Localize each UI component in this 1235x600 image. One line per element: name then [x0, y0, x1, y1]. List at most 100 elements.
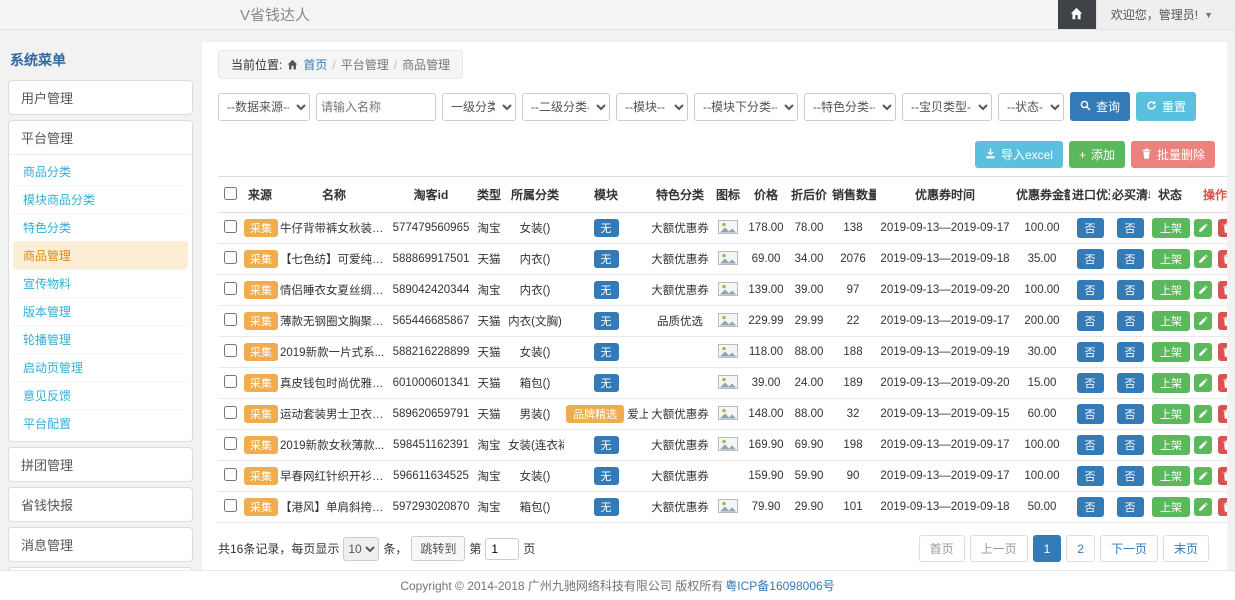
status-badge[interactable]: 上架 — [1152, 497, 1190, 517]
row-checkbox[interactable] — [224, 282, 237, 295]
page-button[interactable]: 首页 — [919, 535, 965, 562]
row-checkbox[interactable] — [224, 220, 237, 233]
sidebar-item[interactable]: 拼团管理 — [8, 447, 193, 482]
edit-button[interactable] — [1194, 343, 1212, 361]
row-checkbox[interactable] — [224, 375, 237, 388]
must-buy-toggle[interactable]: 否 — [1117, 218, 1144, 238]
import-select-toggle[interactable]: 否 — [1077, 404, 1104, 424]
must-buy-toggle[interactable]: 否 — [1117, 311, 1144, 331]
delete-button[interactable] — [1218, 343, 1227, 361]
delete-button[interactable] — [1218, 467, 1227, 485]
status-badge[interactable]: 上架 — [1152, 466, 1190, 486]
must-buy-toggle[interactable]: 否 — [1117, 280, 1144, 300]
status-badge[interactable]: 上架 — [1152, 249, 1190, 269]
sidebar-subitem[interactable]: 模块商品分类 — [13, 185, 188, 213]
import-select-toggle[interactable]: 否 — [1077, 373, 1104, 393]
delete-button[interactable] — [1218, 250, 1227, 268]
delete-button[interactable] — [1218, 374, 1227, 392]
import-excel-button[interactable]: 导入excel — [975, 141, 1063, 168]
filter-status-select[interactable]: --状态-- — [998, 93, 1064, 121]
import-select-toggle[interactable]: 否 — [1077, 435, 1104, 455]
sidebar-item-user-management[interactable]: 用户管理 — [8, 80, 193, 115]
sidebar-subitem[interactable]: 宣传物料 — [13, 269, 188, 297]
edit-button[interactable] — [1194, 374, 1212, 392]
edit-button[interactable] — [1194, 250, 1212, 268]
must-buy-toggle[interactable]: 否 — [1117, 342, 1144, 362]
row-checkbox[interactable] — [224, 406, 237, 419]
per-page-select[interactable]: 10 — [343, 537, 379, 561]
row-checkbox[interactable] — [224, 499, 237, 512]
filter-module-select[interactable]: --模块-- — [616, 93, 688, 121]
row-checkbox[interactable] — [224, 313, 237, 326]
status-badge[interactable]: 上架 — [1152, 218, 1190, 238]
edit-button[interactable] — [1194, 498, 1212, 516]
sidebar-item[interactable]: 省钱快报 — [8, 487, 193, 522]
delete-button[interactable] — [1218, 405, 1227, 423]
sidebar-subitem[interactable]: 商品管理 — [13, 241, 188, 269]
edit-button[interactable] — [1194, 436, 1212, 454]
filter-source-select[interactable]: --数据来源-- — [218, 93, 310, 121]
delete-button[interactable] — [1218, 436, 1227, 454]
page-button[interactable]: 2 — [1066, 535, 1095, 562]
reset-button[interactable]: 重置 — [1136, 92, 1196, 121]
import-select-toggle[interactable]: 否 — [1077, 342, 1104, 362]
row-checkbox[interactable] — [224, 251, 237, 264]
page-number-input[interactable] — [485, 538, 519, 560]
delete-button[interactable] — [1218, 498, 1227, 516]
user-menu[interactable]: 欢迎您，管理员! ▼ — [1096, 0, 1235, 29]
import-select-toggle[interactable]: 否 — [1077, 218, 1104, 238]
home-button[interactable] — [1058, 0, 1096, 29]
search-button[interactable]: 查询 — [1070, 92, 1130, 121]
edit-button[interactable] — [1194, 281, 1212, 299]
edit-button[interactable] — [1194, 405, 1212, 423]
sidebar-subitem[interactable]: 轮播管理 — [13, 325, 188, 353]
delete-button[interactable] — [1218, 281, 1227, 299]
must-buy-toggle[interactable]: 否 — [1117, 373, 1144, 393]
must-buy-toggle[interactable]: 否 — [1117, 404, 1144, 424]
row-checkbox[interactable] — [224, 344, 237, 357]
sidebar-subitem[interactable]: 特色分类 — [13, 213, 188, 241]
import-select-toggle[interactable]: 否 — [1077, 497, 1104, 517]
status-badge[interactable]: 上架 — [1152, 280, 1190, 300]
delete-button[interactable] — [1218, 219, 1227, 237]
status-badge[interactable]: 上架 — [1152, 435, 1190, 455]
sidebar-item-platform-header[interactable]: 平台管理 — [9, 121, 192, 154]
row-checkbox[interactable] — [224, 437, 237, 450]
filter-category2-select[interactable]: --二级分类-- — [522, 93, 610, 121]
status-badge[interactable]: 上架 — [1152, 404, 1190, 424]
must-buy-toggle[interactable]: 否 — [1117, 249, 1144, 269]
import-select-toggle[interactable]: 否 — [1077, 311, 1104, 331]
icp-link[interactable]: 粤ICP备16098006号 — [725, 577, 834, 594]
filter-category1-select[interactable]: 一级分类 — [442, 93, 516, 121]
import-select-toggle[interactable]: 否 — [1077, 249, 1104, 269]
sidebar-subitem[interactable]: 版本管理 — [13, 297, 188, 325]
sidebar-subitem[interactable]: 意见反馈 — [13, 381, 188, 409]
status-badge[interactable]: 上架 — [1152, 373, 1190, 393]
delete-button[interactable] — [1218, 312, 1227, 330]
sidebar-subitem[interactable]: 商品分类 — [13, 158, 188, 185]
filter-item-type-select[interactable]: --宝贝类型-- — [902, 93, 992, 121]
edit-button[interactable] — [1194, 219, 1212, 237]
sidebar-item[interactable]: 消息管理 — [8, 527, 193, 562]
page-button[interactable]: 上一页 — [970, 535, 1028, 562]
edit-button[interactable] — [1194, 312, 1212, 330]
filter-feature-select[interactable]: --特色分类-- — [804, 93, 896, 121]
sidebar-subitem[interactable]: 启动页管理 — [13, 353, 188, 381]
breadcrumb-home-link[interactable]: 首页 — [303, 56, 327, 73]
import-select-toggle[interactable]: 否 — [1077, 466, 1104, 486]
page-button[interactable]: 下一页 — [1100, 535, 1158, 562]
add-button[interactable]: + 添加 — [1069, 141, 1125, 168]
jump-button[interactable]: 跳转到 — [411, 536, 465, 561]
import-select-toggle[interactable]: 否 — [1077, 280, 1104, 300]
bulk-delete-button[interactable]: 批量删除 — [1131, 141, 1215, 168]
filter-module-sub-select[interactable]: --模块下分类-- — [694, 93, 798, 121]
name-search-input[interactable] — [316, 93, 436, 121]
must-buy-toggle[interactable]: 否 — [1117, 435, 1144, 455]
select-all-checkbox[interactable] — [224, 187, 237, 200]
page-button[interactable]: 末页 — [1163, 535, 1209, 562]
page-button[interactable]: 1 — [1033, 535, 1062, 562]
sidebar-subitem[interactable]: 平台配置 — [13, 409, 188, 437]
row-checkbox[interactable] — [224, 468, 237, 481]
must-buy-toggle[interactable]: 否 — [1117, 466, 1144, 486]
edit-button[interactable] — [1194, 467, 1212, 485]
